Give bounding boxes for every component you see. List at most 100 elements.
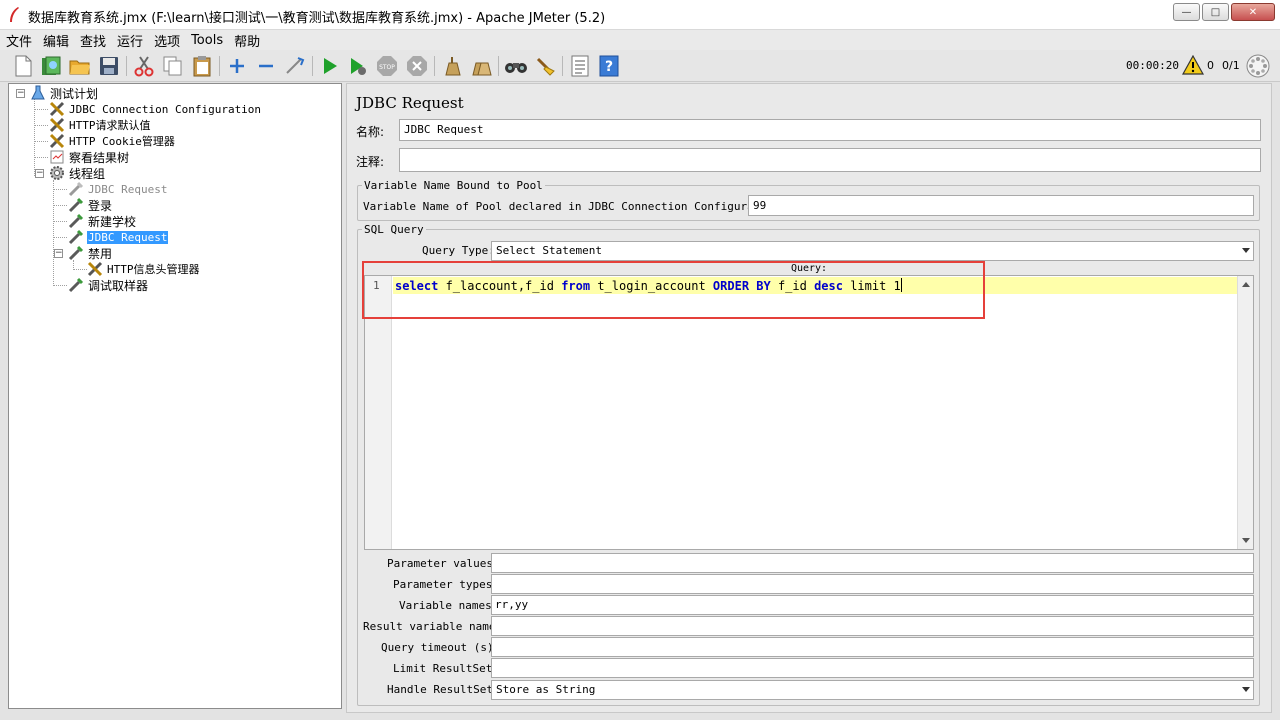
collapse-toggle-disabled[interactable]: − (54, 249, 63, 258)
result-variable-name-label: Result variable name: (363, 620, 503, 633)
variable-names-label: Variable names: (399, 599, 499, 612)
menu-options[interactable]: 选项 (154, 31, 180, 50)
query-type-select[interactable]: Select Statement (491, 241, 1254, 261)
parameter-values-field[interactable] (491, 553, 1254, 573)
menu-file[interactable]: 文件 (6, 31, 32, 50)
close-button[interactable]: ✕ (1231, 3, 1275, 21)
tree-node-label: 线程组 (69, 166, 106, 181)
query-type-value: Select Statement (496, 244, 602, 257)
open-icon[interactable] (68, 54, 92, 78)
handle-resultset-select[interactable]: Store as String (491, 680, 1254, 700)
comment-label: 注释: (356, 155, 385, 169)
window-title-bar: 数据库教育系统.jmx (F:\learn\接口测试\一\教育测试\数据库教育系… (0, 0, 1280, 30)
menu-tools[interactable]: Tools (191, 33, 223, 48)
tree-node-http-defaults[interactable]: HTTP请求默认值 (48, 117, 152, 133)
tree-node-jdbc-config[interactable]: JDBC Connection Configuration (48, 101, 262, 117)
tree-node-label: JDBC Connection Configuration (69, 102, 262, 116)
active-threads: 0/1 (1222, 59, 1240, 72)
menu-run[interactable]: 运行 (117, 31, 143, 50)
tree-node-test-plan[interactable]: 测试计划 (29, 85, 99, 101)
templates-icon[interactable] (39, 54, 63, 78)
tree-node-cookie-manager[interactable]: HTTP Cookie管理器 (48, 133, 176, 149)
editor-scrollbar[interactable] (1237, 276, 1253, 549)
tree-node-label: JDBC Request (88, 182, 168, 196)
reset-search-icon[interactable] (533, 54, 557, 78)
tree-node-label: HTTP Cookie管理器 (69, 135, 175, 148)
limit-resultset-label: Limit ResultSet: (393, 662, 499, 675)
clear-icon[interactable] (440, 54, 464, 78)
query-timeout-label: Query timeout (s): (381, 641, 501, 654)
tree-node-login[interactable]: 登录 (67, 197, 113, 213)
tree-node-label: HTTP请求默认值 (69, 119, 151, 132)
result-variable-name-field[interactable] (491, 616, 1254, 636)
parameter-types-label: Parameter types: (393, 578, 499, 591)
tree-node-jdbc-request-selected[interactable]: JDBC Request (67, 229, 169, 245)
minimize-button[interactable]: — (1173, 3, 1200, 21)
warning-count: 0 (1207, 59, 1214, 72)
pipette-icon (67, 181, 85, 197)
parameter-types-field[interactable] (491, 574, 1254, 594)
scroll-down-arrow-icon[interactable] (1242, 538, 1250, 543)
scroll-up-arrow-icon[interactable] (1242, 282, 1250, 287)
query-timeout-field[interactable] (491, 637, 1254, 657)
toolbar: STOP ? 00:00:20 0 0/1 (0, 50, 1280, 82)
maximize-button[interactable]: □ (1202, 3, 1229, 21)
menu-help[interactable]: 帮助 (234, 31, 260, 50)
start-icon[interactable] (318, 54, 342, 78)
tree-node-header-manager[interactable]: HTTP信息头管理器 (86, 261, 201, 277)
search-icon[interactable] (504, 54, 528, 78)
help-icon[interactable]: ? (597, 54, 621, 78)
chevron-down-icon (1242, 687, 1250, 692)
new-icon[interactable] (11, 54, 35, 78)
svg-text:STOP: STOP (379, 64, 395, 71)
variable-names-field[interactable]: rr,yy (491, 595, 1254, 615)
tree-node-label: 新建学校 (88, 214, 137, 229)
menu-search[interactable]: 查找 (80, 31, 106, 50)
paste-icon[interactable] (190, 54, 214, 78)
svg-text:?: ? (605, 59, 613, 75)
save-icon[interactable] (97, 54, 121, 78)
limit-resultset-field[interactable] (491, 658, 1254, 678)
clear-all-icon[interactable] (469, 54, 493, 78)
window-title: 数据库教育系统.jmx (F:\learn\接口测试\一\教育测试\数据库教育系… (28, 11, 606, 26)
copy-icon[interactable] (161, 54, 185, 78)
tree-node-label: JDBC Request (87, 230, 169, 244)
sql-group-title: SQL Query (362, 223, 426, 236)
tree-node-debug-sampler[interactable]: 调试取样器 (67, 277, 149, 293)
handle-resultset-value: Store as String (496, 683, 596, 696)
collapse-toggle-thread-group[interactable]: − (35, 169, 44, 178)
pool-group-title: Variable Name Bound to Pool (362, 179, 545, 192)
shutdown-icon[interactable] (405, 54, 429, 78)
query-type-label: Query Type: (422, 244, 495, 257)
collapse-all-icon[interactable] (254, 54, 278, 78)
cut-icon[interactable] (132, 54, 156, 78)
pipette-icon (67, 197, 85, 213)
wrench-icon (86, 261, 104, 277)
tree-node-jdbc-request-disabled[interactable]: JDBC Request (67, 181, 168, 197)
pool-name-field[interactable]: 99 (748, 195, 1254, 216)
stop-icon[interactable]: STOP (375, 54, 399, 78)
tree-node-results-tree[interactable]: 察看结果树 (48, 149, 130, 165)
expand-all-icon[interactable] (225, 54, 249, 78)
comment-field[interactable] (399, 148, 1261, 172)
tree-node-label: 登录 (88, 198, 113, 213)
parameter-values-label: Parameter values: (387, 557, 500, 570)
tree-node-thread-group[interactable]: 线程组 (48, 165, 106, 181)
menu-bar: 文件 编辑 查找 运行 选项 Tools 帮助 (0, 30, 1280, 50)
tree-node-disabled-controller[interactable]: 禁用 (67, 245, 113, 261)
gear-icon (48, 165, 66, 181)
wrench-icon (48, 133, 66, 149)
pipette-icon (67, 213, 85, 229)
tree-node-label: 测试计划 (50, 86, 99, 101)
start-no-pauses-icon[interactable] (346, 54, 370, 78)
tree-node-label: HTTP信息头管理器 (107, 263, 200, 276)
tree-node-new-school[interactable]: 新建学校 (67, 213, 137, 229)
function-helper-icon[interactable] (568, 54, 592, 78)
pool-label: Variable Name of Pool declared in JDBC C… (363, 200, 787, 213)
collapse-toggle-test-plan[interactable]: − (16, 89, 25, 98)
menu-edit[interactable]: 编辑 (43, 31, 69, 50)
warning-icon[interactable] (1182, 55, 1204, 75)
test-plan-tree: − − − 测试计划 JDBC Connection Configuration… (8, 83, 342, 709)
name-field[interactable]: JDBC Request (399, 119, 1261, 141)
toggle-icon[interactable] (283, 54, 307, 78)
